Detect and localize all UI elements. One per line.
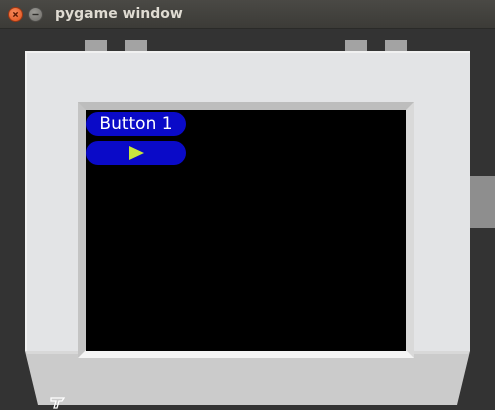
device-screen: Button 1 [86,110,406,351]
play-button[interactable] [86,141,186,165]
device-side-handle [470,176,495,228]
minimize-icon [29,8,42,21]
close-icon [9,8,22,21]
device-base [25,351,470,405]
close-button[interactable] [8,7,23,22]
window-titlebar[interactable]: pygame window [0,0,495,29]
play-icon [129,146,144,160]
button-1-label: Button 1 [99,114,173,134]
pygame-canvas[interactable]: Button 1 [0,29,495,409]
minimize-button[interactable] [28,7,43,22]
button-1[interactable]: Button 1 [86,112,186,136]
device-logo-icon [50,397,66,409]
window-title: pygame window [55,6,183,22]
